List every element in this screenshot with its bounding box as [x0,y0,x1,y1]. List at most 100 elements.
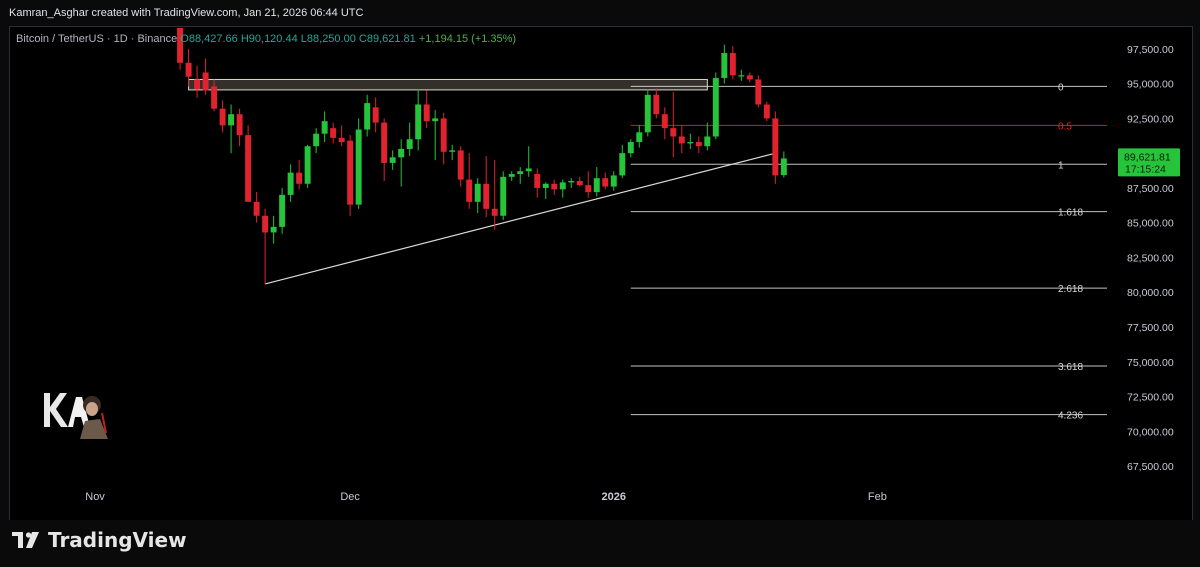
fib-label-2.618: 2.618 [1058,284,1083,295]
y-tick-label: 77,500.00 [1127,322,1174,334]
candle-body [508,174,515,177]
symbol-name: Bitcoin / TetherUS · 1D · Binance [16,33,178,45]
symbol-info: Bitcoin / TetherUS · 1D · Binance O88,42… [16,33,516,45]
candle-body [610,175,617,187]
fib-label-0.5: 0.5 [1058,121,1072,132]
candle-body [389,157,396,163]
candle-body [542,183,549,188]
candle-body [661,114,668,129]
candle-body [466,179,473,202]
candle-body [321,121,328,134]
candle-body [763,104,770,119]
candle-body [670,128,677,137]
fib-label-3.618: 3.618 [1058,362,1083,373]
candle-body [347,140,354,205]
candle-body [491,208,498,216]
y-tick-label: 97,500.00 [1127,44,1174,56]
candle-body [483,183,490,209]
candle-body [559,182,566,190]
y-tick-label: 87,500.00 [1127,183,1174,195]
candle-body [270,226,277,233]
tradingview-brand[interactable]: TradingView [12,528,187,552]
candle-body [219,108,226,126]
candle-body [534,174,541,188]
fib-label-0: 0 [1058,82,1064,93]
candle-body [279,194,286,227]
candle-body [721,53,728,79]
candle-body [585,185,592,193]
candle-body [415,104,422,140]
candle-body [338,137,345,143]
y-tick-label: 70,000.00 [1127,426,1174,438]
candle-body [287,172,294,195]
candle-body [330,128,337,138]
candle-body [313,133,320,147]
candle-body [729,53,736,76]
candle-body [296,172,303,184]
candle-body [355,129,362,205]
candle-body [653,94,660,115]
candle-body [712,78,719,137]
y-tick-label: 67,500.00 [1127,461,1174,473]
candle-body [780,158,787,176]
candle-body [474,183,481,202]
fib-label-1.618: 1.618 [1058,208,1083,219]
x-tick-label: Nov [85,491,105,503]
candle-body [228,114,235,126]
last-price-value: 89,621.81 [1124,151,1171,163]
candle-body [364,103,371,130]
candle-body [525,168,532,172]
candle-body [457,150,464,180]
x-tick-label: Feb [868,491,887,503]
candle-body [194,79,201,90]
tradingview-wordmark: TradingView [48,528,187,552]
candle-body [406,139,413,149]
candle-body [576,180,583,186]
candle-body [381,122,388,163]
ohlc-high: H90,120.44 [240,33,298,45]
candle-body [772,118,779,176]
candle-body [593,178,600,193]
candle-body [687,142,694,144]
candle-body [602,178,609,187]
candle-body [304,146,311,184]
candle-body [423,104,430,122]
candle-body [185,62,192,77]
fib-label-4.236: 4.236 [1058,411,1083,422]
countdown-value: 17:15:24 [1125,163,1166,175]
candle-body [236,114,243,136]
candle-body [517,171,524,175]
candle-body [738,75,745,77]
candle-body [551,183,558,190]
candle-body [211,86,218,109]
candle-body [636,132,643,143]
candlestick-chart[interactable]: 0 0.5 1 1.618 2.618 3.618 4.236 97,500.00 95,000… [0,0,1200,520]
candle-body [449,150,456,152]
candle-body [755,79,762,105]
candle-body [568,180,575,183]
candle-body [746,75,753,80]
candle-body [440,118,447,152]
candle-body [432,118,439,122]
ohlc-low: L88,250.00 [300,33,356,45]
candle-body [704,136,711,147]
candle-body [372,107,379,123]
fib-label-1: 1 [1058,160,1064,171]
resistance-zone [188,78,708,91]
y-tick-label: 72,500.00 [1127,392,1174,404]
tradingview-logo-icon [12,532,39,548]
candle-body [177,28,184,63]
candle-body [644,94,651,133]
candle-body [262,215,269,233]
x-tick-label: Dec [340,491,360,503]
y-tick-label: 92,500.00 [1127,113,1174,125]
y-tick-label: 80,000.00 [1127,287,1174,299]
x-tick-label: 2026 [602,491,626,503]
candle-body [619,153,626,176]
y-tick-label: 82,500.00 [1127,252,1174,264]
plot-area [177,28,1107,416]
y-tick-label: 75,000.00 [1127,357,1174,369]
ohlc-open: O88,427.66 [180,33,238,45]
candle-body [245,135,252,202]
candle-body [695,142,702,147]
